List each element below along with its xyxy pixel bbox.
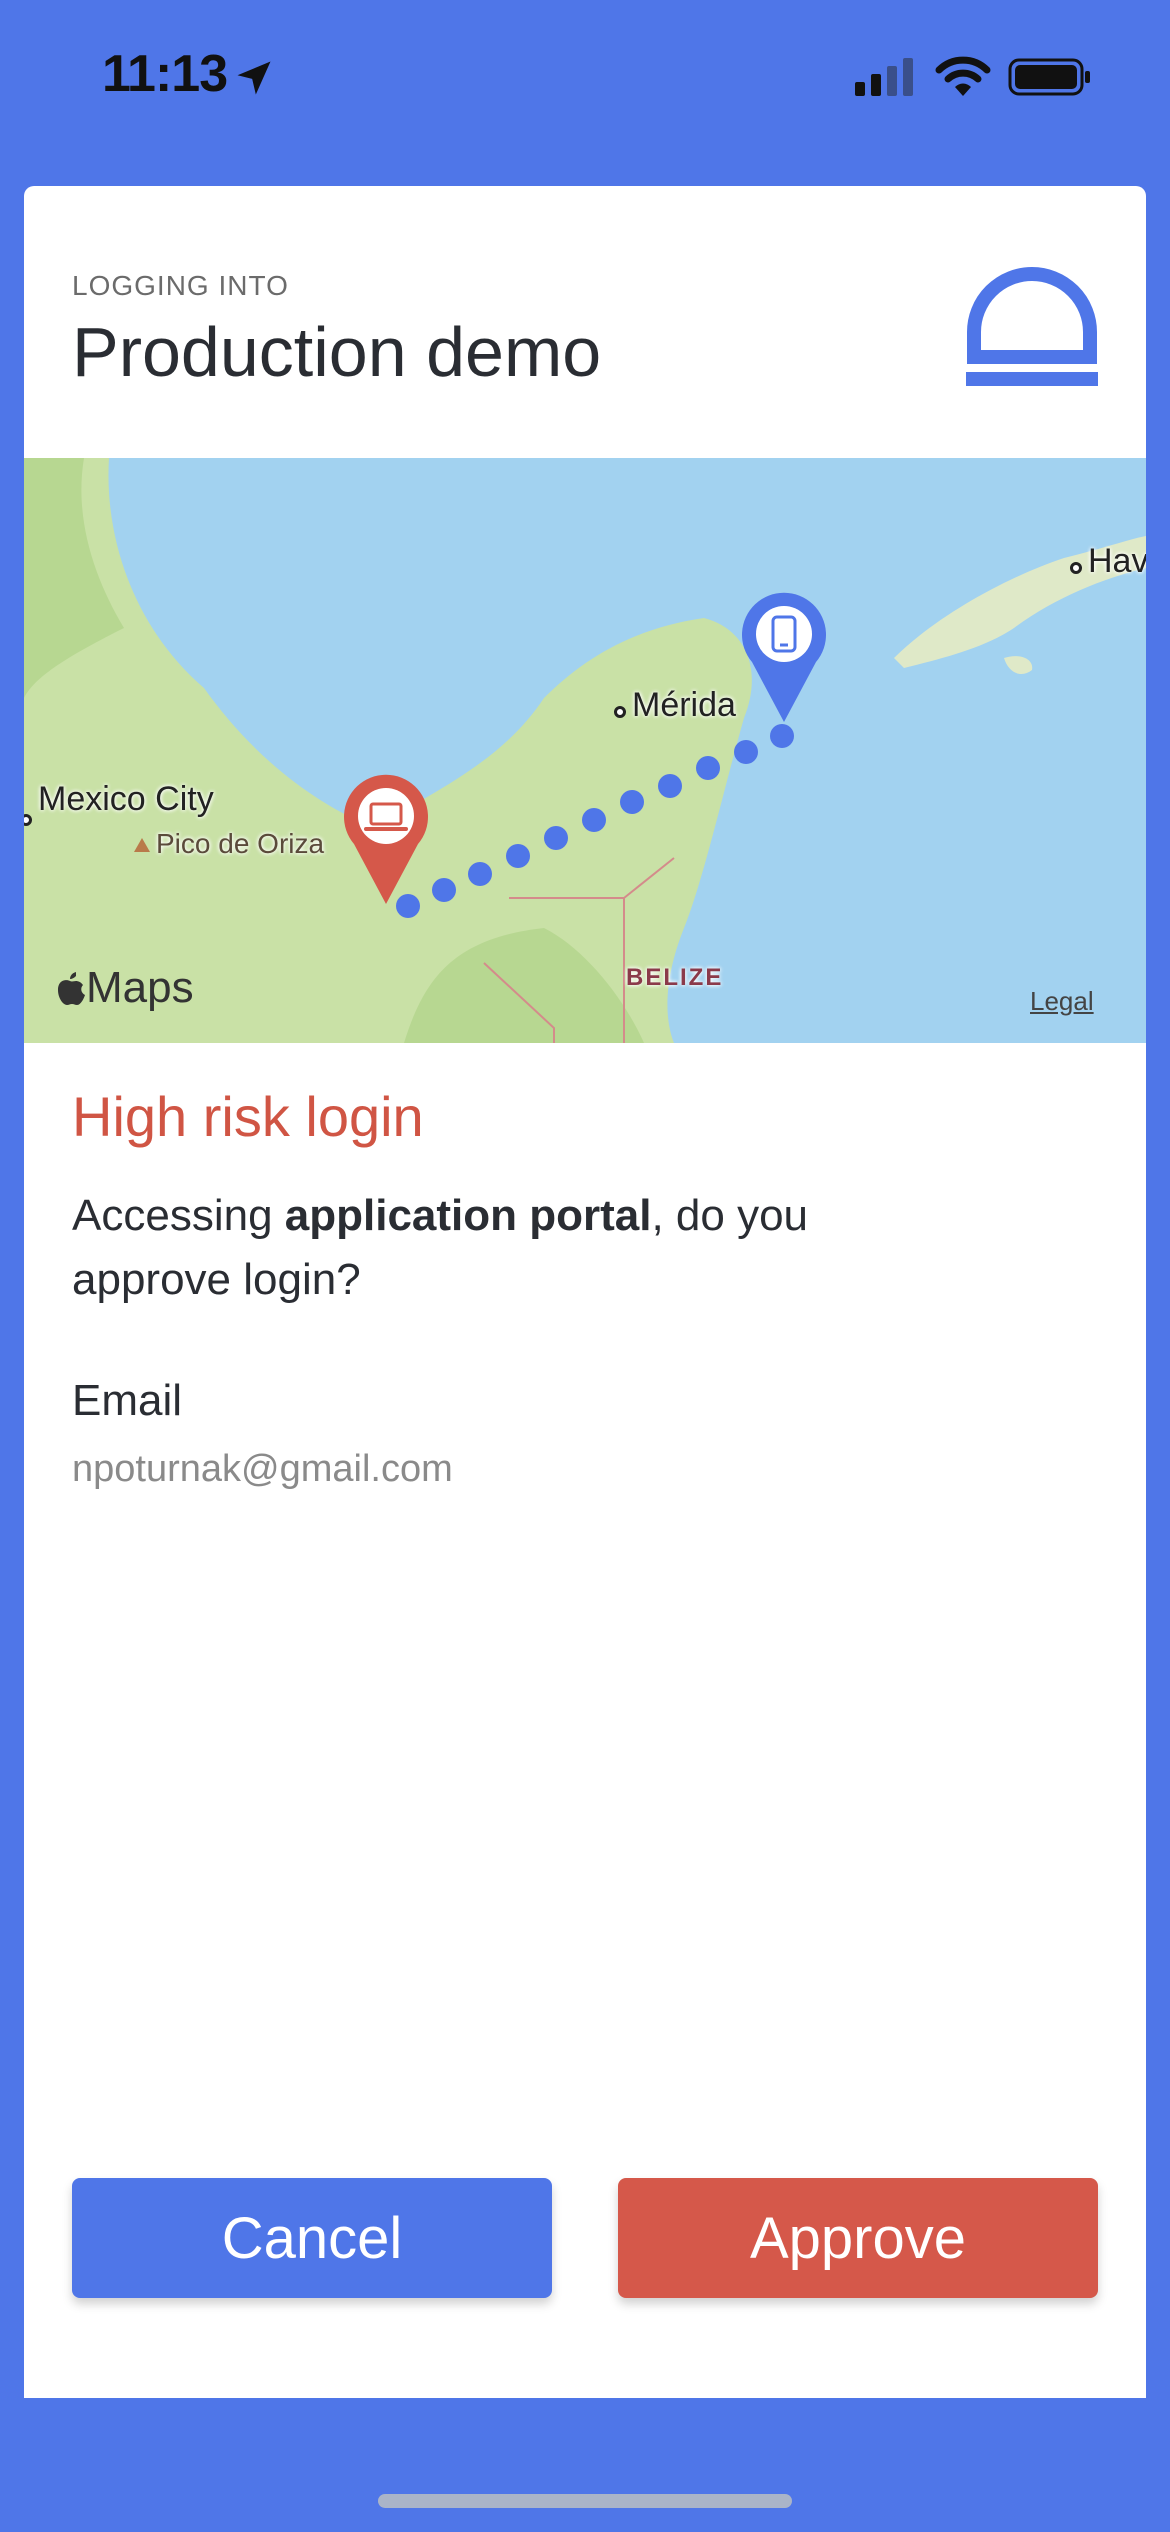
prompt-prefix: Accessing bbox=[72, 1191, 285, 1240]
phone-location-pin[interactable] bbox=[738, 590, 830, 724]
maps-attribution: Maps bbox=[54, 963, 194, 1013]
status-bar: 11:13 bbox=[0, 0, 1170, 150]
legal-link[interactable]: Legal bbox=[1030, 986, 1094, 1017]
cancel-button[interactable]: Cancel bbox=[72, 2178, 552, 2298]
battery-icon bbox=[1008, 58, 1090, 96]
location-map[interactable]: Hav Mérida Mexico City Pico de Oriza BEL… bbox=[24, 458, 1146, 1043]
risk-title: High risk login bbox=[72, 1085, 424, 1148]
travel-path bbox=[396, 724, 794, 918]
email-label: Email bbox=[72, 1376, 183, 1425]
wifi-icon bbox=[935, 56, 991, 96]
maps-attribution-text: Maps bbox=[86, 963, 194, 1012]
brand-logo-icon bbox=[966, 267, 1098, 386]
email-value: npoturnak@gmail.com bbox=[72, 1448, 453, 1490]
page-title: Production demo bbox=[72, 313, 602, 391]
laptop-location-pin[interactable] bbox=[340, 772, 432, 906]
login-approval-card: LOGGING INTO Production demo Hav Mérida … bbox=[24, 186, 1146, 2398]
approve-button[interactable]: Approve bbox=[618, 2178, 1098, 2298]
logging-into-label: LOGGING INTO bbox=[72, 270, 289, 301]
cellular-signal-icon bbox=[855, 58, 913, 96]
home-indicator[interactable] bbox=[378, 2494, 792, 2508]
apple-logo-icon bbox=[58, 972, 85, 1005]
approval-prompt: Accessing application portal, do you app… bbox=[72, 1184, 972, 1312]
prompt-application: application portal bbox=[284, 1191, 652, 1240]
status-time: 11:13 bbox=[102, 45, 228, 103]
location-arrow-icon bbox=[237, 61, 271, 95]
